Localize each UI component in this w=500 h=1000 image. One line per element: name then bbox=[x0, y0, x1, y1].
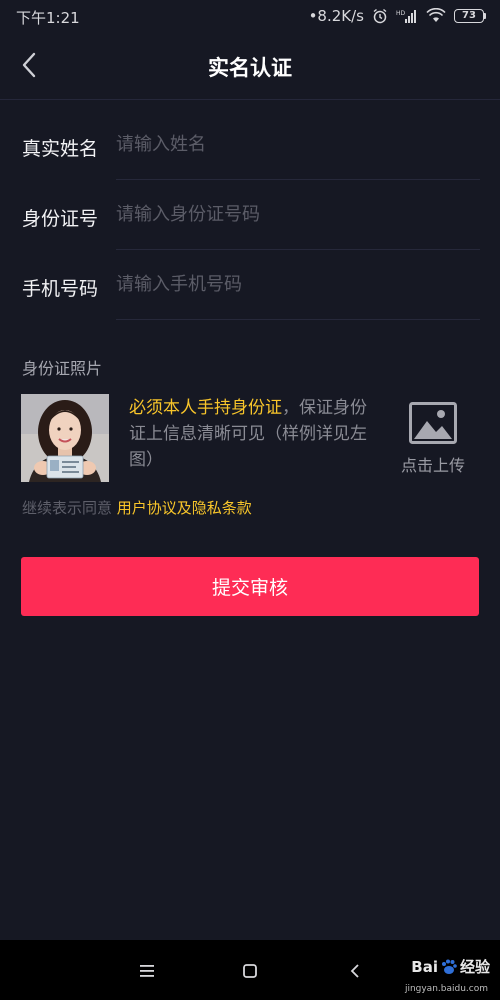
upload-button[interactable]: 点击上传 bbox=[392, 400, 474, 480]
home-button[interactable] bbox=[235, 956, 265, 986]
battery-icon: 73 bbox=[454, 9, 486, 23]
image-upload-icon bbox=[409, 402, 457, 444]
baidu-watermark: Bai 经验 bbox=[411, 956, 490, 977]
upload-label: 点击上传 bbox=[400, 456, 465, 475]
submit-button[interactable]: 提交审核 bbox=[21, 557, 479, 616]
name-input[interactable] bbox=[116, 124, 480, 164]
name-label: 真实姓名 bbox=[22, 138, 99, 160]
phone-row: 手机号码 bbox=[0, 250, 500, 320]
watermark-url: jingyan.baidu.com bbox=[404, 984, 488, 994]
battery-level: 73 bbox=[454, 9, 484, 23]
phone-input[interactable] bbox=[116, 264, 480, 304]
id-number-input[interactable] bbox=[116, 194, 480, 234]
name-row: 真实姓名 bbox=[0, 110, 500, 180]
menu-icon bbox=[140, 965, 154, 977]
alarm-icon bbox=[372, 8, 388, 24]
status-icons: •8.2K/s HD 73 bbox=[309, 5, 486, 27]
paw-icon bbox=[441, 959, 457, 974]
sample-id-photo bbox=[21, 394, 109, 482]
status-bar: 下午1:21 •8.2K/s HD 73 bbox=[0, 0, 500, 32]
menu-button[interactable] bbox=[132, 956, 162, 986]
agreement-link[interactable]: 用户协议及隐私条款 bbox=[117, 499, 252, 517]
status-time: 下午1:21 bbox=[16, 9, 80, 27]
watermark-brand: Bai bbox=[411, 957, 438, 976]
agreement-row: 继续表示同意 用户协议及隐私条款 bbox=[22, 497, 252, 518]
navigation-bar: Bai 经验 jingyan.baidu.com bbox=[0, 940, 500, 1000]
phone-label: 手机号码 bbox=[22, 278, 99, 300]
page-title: 实名认证 bbox=[208, 56, 292, 80]
id-photo-section-title: 身份证照片 bbox=[22, 359, 103, 378]
photo-instructions-highlight: 必须本人手持身份证 bbox=[129, 398, 282, 418]
network-speed: •8.2K/s bbox=[308, 7, 364, 25]
id-number-label: 身份证号 bbox=[22, 208, 99, 230]
signal-hd-icon: HD bbox=[396, 8, 418, 24]
header: 实名认证 bbox=[0, 32, 500, 100]
photo-instructions: 必须本人手持身份证，保证身份证上信息清晰可见（样例详见左图） bbox=[129, 395, 369, 473]
home-icon bbox=[243, 964, 257, 978]
wifi-icon bbox=[426, 8, 446, 24]
chevron-left-icon bbox=[350, 964, 359, 978]
back-nav-button[interactable] bbox=[340, 956, 370, 986]
id-number-row: 身份证号 bbox=[0, 180, 500, 250]
divider bbox=[116, 319, 480, 320]
agreement-prefix: 继续表示同意 bbox=[22, 499, 113, 517]
watermark-brand-suffix: 经验 bbox=[459, 958, 490, 976]
verification-screen: 下午1:21 •8.2K/s HD 73 实名认证 真实姓名 请输入姓名 身份证… bbox=[0, 0, 500, 1000]
svg-text:HD: HD bbox=[396, 10, 406, 17]
